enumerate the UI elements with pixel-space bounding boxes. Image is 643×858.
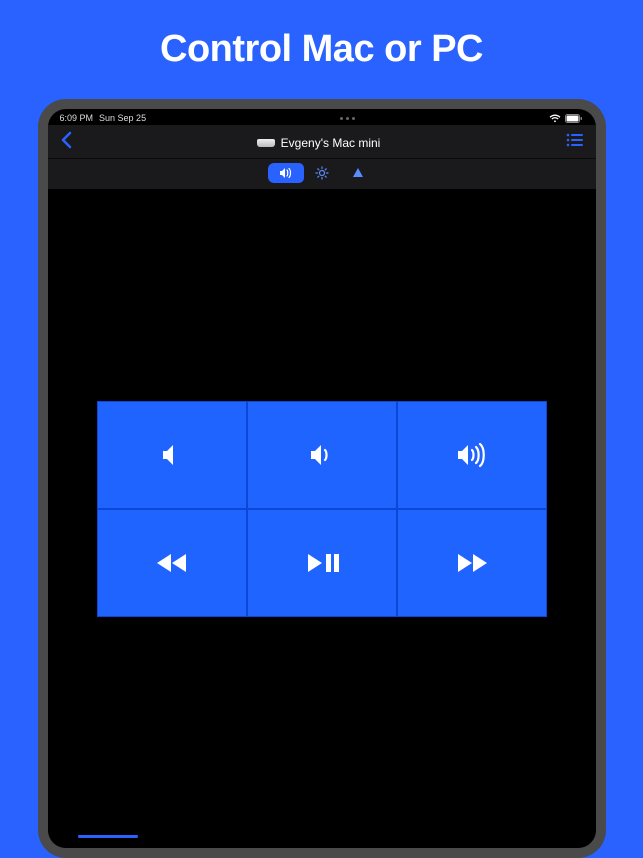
ipad-frame: 6:09 PM Sun Sep 25 Evgeny's Mac [38,99,606,858]
page-indicator [78,835,138,838]
status-time: 6:09 PM [60,113,94,123]
tab-volume[interactable] [268,163,304,183]
headline: Control Mac or PC [160,28,483,71]
tab-cursor[interactable] [340,163,376,183]
control-grid [97,401,547,617]
list-button[interactable] [562,133,588,152]
volume-up-button[interactable] [397,401,547,509]
status-date: Sun Sep 25 [99,113,146,123]
multitask-dots [340,117,355,120]
nav-bar: Evgeny's Mac mini [48,125,596,159]
segmented-control [48,159,596,189]
volume-down-button[interactable] [247,401,397,509]
rewind-button[interactable] [97,509,247,617]
play-pause-button[interactable] [247,509,397,617]
back-button[interactable] [56,131,76,154]
wifi-icon [549,114,561,123]
volume-mute-button[interactable] [97,401,247,509]
status-bar: 6:09 PM Sun Sep 25 [48,109,596,125]
tab-brightness[interactable] [304,163,340,183]
ipad-screen: 6:09 PM Sun Sep 25 Evgeny's Mac [48,109,596,848]
nav-title-text: Evgeny's Mac mini [281,136,381,150]
mac-mini-icon [257,139,275,147]
battery-icon [565,114,583,123]
nav-title: Evgeny's Mac mini [257,136,381,150]
forward-button[interactable] [397,509,547,617]
content-area [48,189,596,848]
